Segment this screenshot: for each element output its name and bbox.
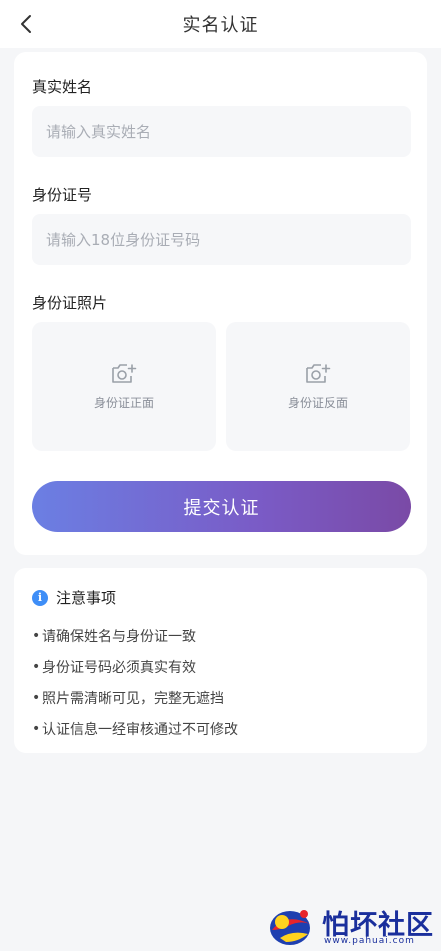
watermark-logo-icon	[270, 910, 310, 945]
back-button[interactable]	[12, 10, 40, 38]
chevron-left-icon	[21, 15, 31, 33]
submit-verification-button[interactable]: 提交认证	[32, 481, 411, 532]
notice-list: • 请确保姓名与身份证一致 • 身份证号码必须真实有效 • 照片需清晰可见，完整无遮挡…	[32, 620, 238, 744]
upload-id-front[interactable]: 身份证正面	[32, 322, 216, 451]
list-item: • 身份证号码必须真实有效	[32, 658, 196, 676]
list-item: • 认证信息一经审核通过不可修改	[32, 720, 238, 738]
list-item: • 照片需清晰可见，完整无遮挡	[32, 689, 224, 707]
info-icon: i	[32, 589, 48, 606]
upload-front-label: 身份证正面	[93, 396, 154, 410]
notice-header: i 注意事项	[32, 587, 116, 608]
id-photo-label: 身份证照片	[32, 294, 108, 312]
navigation-bar: 实名认证	[0, 0, 441, 48]
upload-id-back[interactable]: 身份证反面	[226, 322, 410, 451]
list-item: • 请确保姓名与身份证一致	[32, 627, 196, 645]
id-number-label: 身份证号	[32, 186, 93, 204]
notice-title: 注意事项	[56, 589, 117, 607]
upload-back-label: 身份证反面	[287, 396, 348, 410]
watermark: 怕坏社区 www.pahuai.com	[266, 900, 441, 951]
notice-card: i 注意事项 • 请确保姓名与身份证一致 • 身份证号码必须真实有效 • 照片需清晰可…	[14, 568, 427, 753]
name-input[interactable]	[32, 106, 411, 157]
watermark-url: www.pahuai.com	[324, 936, 415, 946]
camera-add-icon	[306, 364, 331, 383]
page-title: 实名认证	[182, 15, 259, 36]
name-label: 真实姓名	[32, 78, 93, 96]
page: 实名认证 真实姓名 身份证号 身份证照片 身份证正面	[0, 0, 441, 951]
verification-form-card: 真实姓名 身份证号 身份证照片 身份证正面 身份证反面	[14, 52, 427, 555]
id-number-input[interactable]	[32, 214, 411, 265]
camera-add-icon	[112, 364, 137, 383]
